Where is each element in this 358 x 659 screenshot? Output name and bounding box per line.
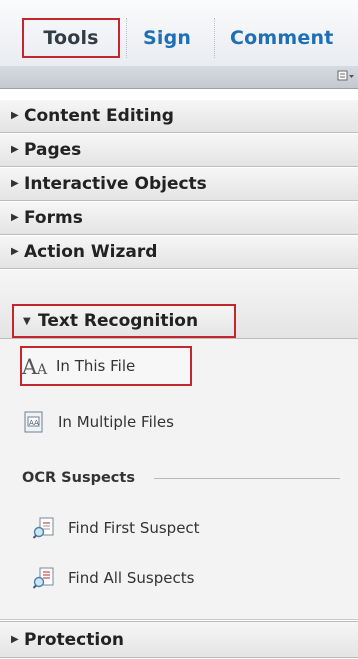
svg-text:AA: AA <box>29 419 39 427</box>
panel-label: Content Editing <box>24 106 174 126</box>
expanded-arrow-icon: ▼ <box>23 316 31 327</box>
collapsed-arrow-icon: ▶ <box>11 212 19 223</box>
panel-action-wizard[interactable]: ▶ Action Wizard <box>0 236 358 269</box>
panel-text-recognition[interactable]: ▼ Text Recognition <box>12 304 236 338</box>
find-suspect-icon <box>32 516 56 540</box>
panel-label: Text Recognition <box>38 311 199 331</box>
find-all-suspects-icon <box>32 566 56 590</box>
tool-label: Find First Suspect <box>68 519 200 537</box>
panel-label: Protection <box>24 630 124 650</box>
tool-label: In Multiple Files <box>58 413 174 431</box>
multiple-files-icon: AA <box>22 410 46 434</box>
tool-in-multiple-files[interactable]: AA In Multiple Files <box>22 404 242 440</box>
tool-label: In This File <box>56 357 136 375</box>
task-tabs-bar: Tools Sign Comment <box>0 0 358 67</box>
svg-text:A: A <box>36 362 48 378</box>
tab-sign[interactable]: Sign <box>143 18 191 58</box>
tool-label: Find All Suspects <box>68 569 195 587</box>
panel-label: Forms <box>24 208 83 228</box>
collapsed-arrow-icon: ▶ <box>11 634 19 645</box>
collapsed-arrow-icon: ▶ <box>11 110 19 121</box>
tab-separator <box>126 18 127 58</box>
panel-pages[interactable]: ▶ Pages <box>0 134 358 167</box>
collapsed-arrow-icon: ▶ <box>11 246 19 257</box>
svg-text:A: A <box>22 355 38 378</box>
tool-in-this-file[interactable]: A A In This File <box>20 346 192 386</box>
panel-content-editing[interactable]: ▶ Content Editing <box>0 100 358 133</box>
tool-find-first-suspect[interactable]: Find First Suspect <box>22 510 262 546</box>
section-divider <box>154 478 340 479</box>
tab-tools[interactable]: Tools <box>22 18 120 58</box>
tab-separator <box>214 18 215 58</box>
panel-label: Pages <box>24 140 82 160</box>
panel-interactive-objects[interactable]: ▶ Interactive Objects <box>0 168 358 201</box>
ocr-suspects-heading: OCR Suspects <box>22 470 135 486</box>
panel-label: Action Wizard <box>24 242 158 262</box>
tool-find-all-suspects[interactable]: Find All Suspects <box>22 560 262 596</box>
panel-options-strip <box>0 66 358 89</box>
text-aa-icon: A A <box>21 354 48 379</box>
collapsed-arrow-icon: ▶ <box>11 144 19 155</box>
panel-label: Interactive Objects <box>24 174 207 194</box>
options-menu-icon[interactable] <box>337 69 355 87</box>
panel-protection[interactable]: ▶ Protection <box>0 621 358 658</box>
panel-forms[interactable]: ▶ Forms <box>0 202 358 235</box>
tab-comment[interactable]: Comment <box>230 18 334 58</box>
collapsed-arrow-icon: ▶ <box>11 178 19 189</box>
